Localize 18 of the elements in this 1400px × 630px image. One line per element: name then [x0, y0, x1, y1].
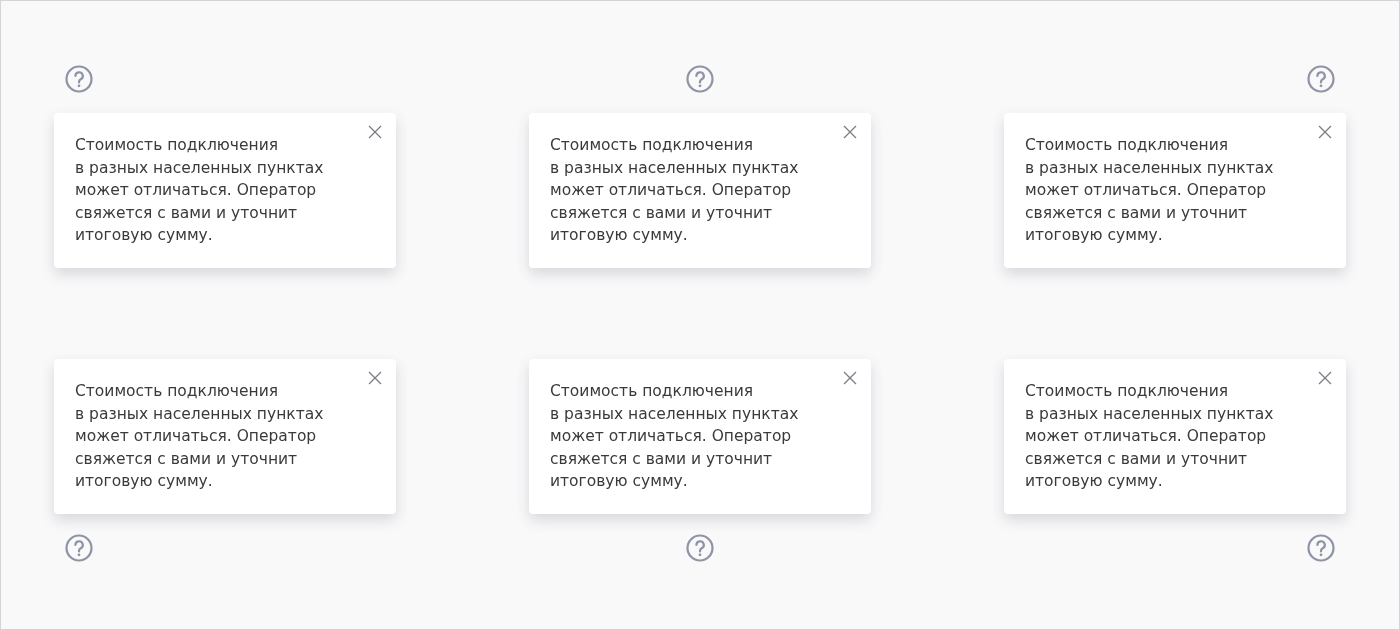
help-icon[interactable]	[686, 534, 714, 562]
close-icon	[843, 371, 857, 385]
close-icon	[843, 125, 857, 139]
close-icon	[368, 125, 382, 139]
help-icon[interactable]	[65, 534, 93, 562]
help-icon[interactable]	[1307, 534, 1335, 562]
tooltip-text: Стоимость подключения в разных населенных пунктах может отличаться. Оператор свяжется с вами и уточнит итоговую сумму.	[550, 135, 799, 246]
tooltip-text: Стоимость подключения в разных населенных пунктах может отличаться. Оператор свяжется с вами и уточнит итоговую сумму.	[75, 381, 324, 492]
help-icon[interactable]	[1307, 65, 1335, 93]
help-icon[interactable]	[65, 65, 93, 93]
tooltip-text: Стоимость подключения в разных населенных пунктах может отличаться. Оператор свяжется с вами и уточнит итоговую сумму.	[1025, 381, 1274, 492]
tooltip-text: Стоимость подключения в разных населенных пунктах может отличаться. Оператор свяжется с вами и уточнит итоговую сумму.	[550, 381, 799, 492]
close-icon	[1318, 125, 1332, 139]
close-icon	[368, 371, 382, 385]
tooltip-text: Стоимость подключения в разных населенных пунктах может отличаться. Оператор свяжется с вами и уточнит итоговую сумму.	[1025, 135, 1274, 246]
close-icon	[1318, 371, 1332, 385]
tooltip-text: Стоимость подключения в разных населенных пунктах может отличаться. Оператор свяжется с вами и уточнит итоговую сумму.	[75, 135, 324, 246]
help-icon[interactable]	[686, 65, 714, 93]
